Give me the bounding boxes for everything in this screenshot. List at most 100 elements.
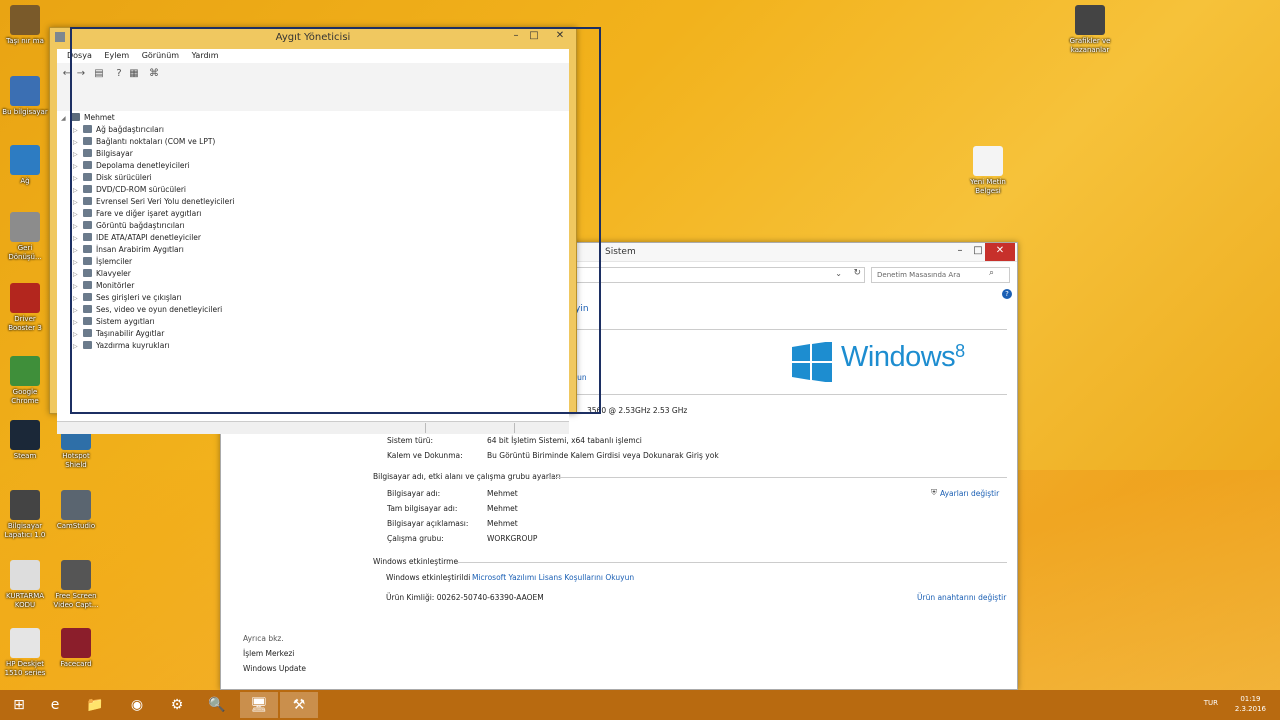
desktop-icon-label: Steam — [13, 452, 37, 460]
tree-node[interactable]: ▷ IDE ATA/ATAPI denetleyiciler — [73, 232, 201, 244]
tree-node[interactable]: ▷ Bilgisayar — [73, 148, 133, 160]
computer-icon — [71, 113, 80, 121]
chevron-down-icon[interactable]: ⌄ — [835, 269, 842, 278]
devmgr-title: Aygıt Yöneticisi — [275, 32, 351, 43]
desktop-icon-image — [61, 490, 91, 520]
menu-view[interactable]: Görünüm — [142, 49, 179, 63]
desktop-icon[interactable]: Yeni Metin Belgesi — [964, 146, 1012, 196]
tree-node[interactable]: ▷ Fare ve diğer işaret aygıtları — [73, 208, 201, 220]
device-icon — [83, 317, 92, 325]
desktop-icon-image — [10, 76, 40, 106]
menu-action[interactable]: Eylem — [104, 49, 129, 63]
desktop-icon-image — [10, 5, 40, 35]
logo-word: Windows — [841, 341, 956, 373]
desktop-icon[interactable]: Geri Dönüşü... — [1, 212, 49, 262]
change-key-link[interactable]: Ürün anahtarını değiştir — [917, 593, 1006, 602]
taskbar-button[interactable]: 🖥 — [240, 692, 278, 718]
tree-node[interactable]: ▷ Depolama denetleyicileri — [73, 160, 190, 172]
tree-node[interactable]: ▷ Sistem aygıtları — [73, 316, 155, 328]
forward-icon[interactable]: → — [75, 68, 87, 80]
desktop-icon[interactable]: Taşı nır ma — [1, 5, 49, 46]
desktop-icon[interactable]: CamStudio — [52, 490, 100, 531]
desktop-icon[interactable]: KURTARMA KODU — [1, 560, 49, 610]
address-bar[interactable]: ⌄ ↻ — [575, 267, 865, 283]
desktop-icon[interactable]: Steam — [1, 420, 49, 461]
tree-node[interactable]: ▷ Yazdırma kuyrukları — [73, 340, 170, 352]
tree-node-label: Bağlantı noktaları (COM ve LPT) — [96, 137, 216, 146]
tree-node[interactable]: ▷ Bağlantı noktaları (COM ve LPT) — [73, 136, 215, 148]
desktop-icon-image — [1075, 5, 1105, 35]
tree-node[interactable]: ▷ Taşınabilir Aygıtlar — [73, 328, 164, 340]
tree-node[interactable]: ▷ Ses, video ve oyun denetleyicileri — [73, 304, 222, 316]
taskbar-button[interactable]: ⚒ — [280, 692, 318, 718]
collapse-icon[interactable]: ◢ — [61, 113, 71, 125]
logo-version: 8 — [955, 341, 965, 361]
desktop-icon-image — [10, 283, 40, 313]
partial-link-1[interactable]: yin — [575, 304, 589, 314]
close-button[interactable]: ✕ — [545, 28, 575, 46]
properties-icon[interactable]: ▤ — [93, 68, 105, 80]
tree-node[interactable]: ▷ Ağ bağdaştırıcıları — [73, 124, 164, 136]
maximize-button[interactable]: □ — [523, 28, 545, 46]
device-icon — [83, 245, 92, 253]
tree-node-label: Yazdırma kuyrukları — [96, 341, 170, 350]
clock[interactable]: 01:19 2.3.2016 — [1235, 694, 1266, 714]
product-id: Ürün Kimliği: 00262-50740-63390-AAOEM — [386, 593, 544, 602]
taskbar-button[interactable]: ⊞ — [0, 692, 38, 718]
desktop-icon[interactable]: Bilgisayar Lapatıcı 1.0 — [1, 490, 49, 540]
tree-node-label: Ses girişleri ve çıkışları — [96, 293, 182, 302]
taskbar-button[interactable]: 🔍 — [198, 692, 236, 718]
license-link[interactable]: Microsoft Yazılımı Lisans Koşullarını Ok… — [472, 573, 634, 582]
menu-help[interactable]: Yardım — [192, 49, 219, 63]
tree-node[interactable]: ▷ DVD/CD-ROM sürücüleri — [73, 184, 186, 196]
desktop-icon-label: Driver Booster 3 — [8, 315, 42, 332]
desktop-icon-image — [61, 560, 91, 590]
device-manager-window[interactable]: Aygıt Yöneticisi – □ ✕ Dosya Eylem Görün… — [49, 27, 577, 434]
close-button[interactable]: ✕ — [985, 243, 1015, 261]
taskbar-button[interactable]: 📁 — [76, 692, 114, 718]
tree-node[interactable]: ▷ Görüntü bağdaştırıcıları — [73, 220, 185, 232]
tree-node[interactable]: ▷ Ses girişleri ve çıkışları — [73, 292, 182, 304]
tree-node[interactable]: ▷ Monitörler — [73, 280, 134, 292]
desktop-icon[interactable]: Google Chrome — [1, 356, 49, 406]
desktop-icon-image — [10, 356, 40, 386]
update-icon[interactable]: ▦ — [128, 68, 140, 80]
tree-node[interactable]: ▷ Klavyeler — [73, 268, 131, 280]
desktop-icon-image — [10, 490, 40, 520]
tray-language[interactable]: TUR — [1204, 699, 1218, 707]
see-also-heading: Ayrıca bkz. — [243, 634, 284, 643]
tree-node[interactable]: ▷ İnsan Arabirim Aygıtları — [73, 244, 184, 256]
taskbar-button[interactable]: ◉ — [118, 692, 156, 718]
device-icon — [83, 329, 92, 337]
section-computer-title: Bilgisayar adı, etki alanı ve çalışma gr… — [373, 472, 561, 481]
desktop-icon[interactable]: Ağ — [1, 145, 49, 186]
computer-value: Mehmet — [487, 504, 518, 513]
expand-icon[interactable]: ▷ — [73, 341, 83, 353]
refresh-icon[interactable]: ↻ — [853, 268, 861, 278]
desktop-icon[interactable]: Grafikler ve kazananlar — [1066, 5, 1114, 55]
status-bar — [57, 421, 569, 434]
tree-node[interactable]: ▷ Evrensel Seri Veri Yolu denetleyicileri — [73, 196, 234, 208]
change-settings-link[interactable]: Ayarları değiştir — [940, 489, 999, 498]
desktop-icon[interactable]: Bu bilgisayar — [1, 76, 49, 117]
back-icon[interactable]: ← — [61, 68, 73, 80]
desktop-icon[interactable]: Driver Booster 3 — [1, 283, 49, 333]
search-icon[interactable]: ⌕ — [989, 268, 994, 278]
help-icon[interactable]: ? — [1002, 289, 1012, 299]
help-icon[interactable]: ? — [113, 68, 125, 80]
tree-node[interactable]: ▷ Disk sürücüleri — [73, 172, 152, 184]
taskbar-button[interactable]: ⚙ — [158, 692, 196, 718]
desktop-icon[interactable]: Free Screen Video Capt... — [52, 560, 100, 610]
scan-hardware-icon[interactable]: ⌘ — [148, 68, 160, 80]
action-center-link[interactable]: İşlem Merkezi — [243, 649, 294, 658]
desktop-icon[interactable]: Facecard — [52, 628, 100, 669]
menu-file[interactable]: Dosya — [67, 49, 92, 63]
taskbar-button[interactable]: e — [36, 692, 74, 718]
devmgr-titlebar[interactable]: Aygıt Yöneticisi – □ ✕ — [50, 28, 576, 48]
desktop-icon[interactable]: HP Deskjet 1510 series — [1, 628, 49, 678]
tree-root[interactable]: ◢ Mehmet — [61, 112, 115, 124]
desktop-icon-label: Grafikler ve kazananlar — [1069, 37, 1111, 54]
tree-node[interactable]: ▷ İşlemciler — [73, 256, 132, 268]
menu-bar: Dosya Eylem Görünüm Yardım — [57, 49, 569, 63]
windows-update-link[interactable]: Windows Update — [243, 664, 306, 673]
